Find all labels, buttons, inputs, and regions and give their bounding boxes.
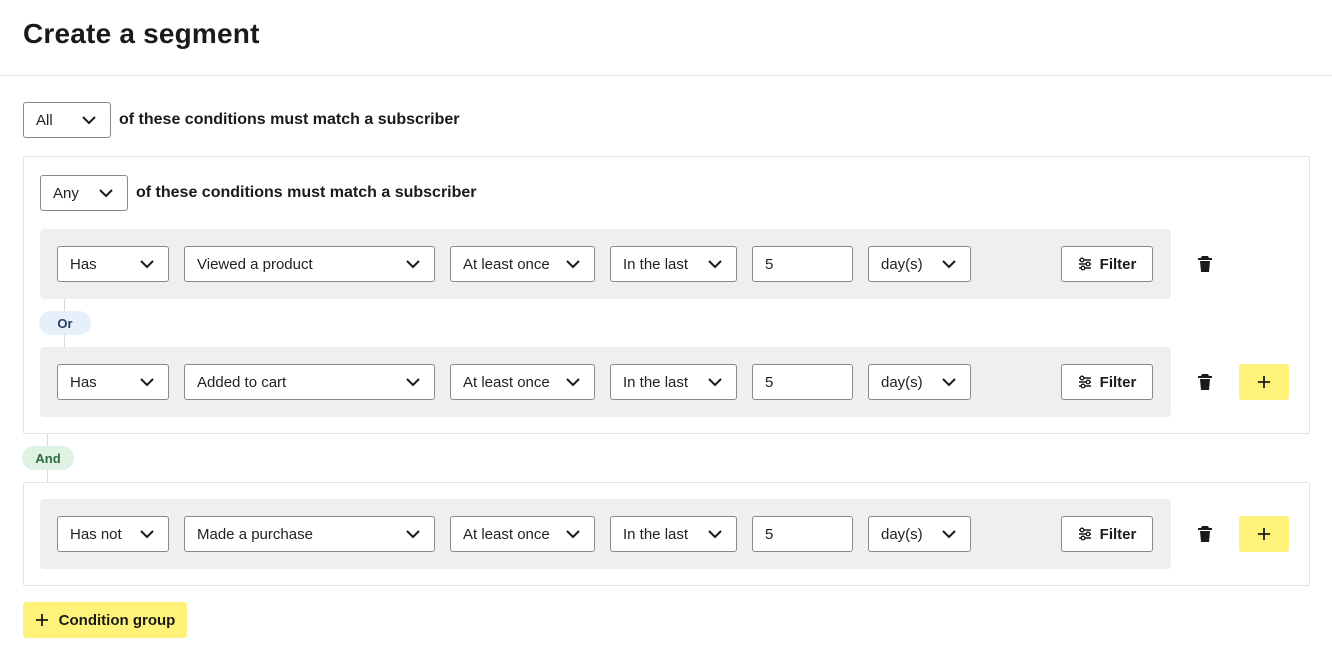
unit-value: day(s)	[881, 255, 923, 273]
filter-button[interactable]: Filter	[1061, 364, 1153, 400]
unit-value: day(s)	[881, 373, 923, 391]
chevron-down-icon	[706, 373, 724, 391]
chevron-down-icon	[706, 525, 724, 543]
add-condition-button[interactable]	[1239, 516, 1289, 552]
filter-label: Filter	[1099, 255, 1137, 273]
filter-button[interactable]: Filter	[1061, 516, 1153, 552]
chevron-down-icon	[80, 111, 98, 129]
or-connector-pill: Or	[39, 311, 91, 335]
event-select[interactable]: Viewed a product	[184, 246, 435, 282]
header-divider	[0, 75, 1332, 76]
event-value: Viewed a product	[197, 255, 313, 273]
frequency-select[interactable]: At least once	[450, 364, 595, 400]
frequency-value: At least once	[463, 255, 550, 273]
group1-match-line: Any of these conditions must match a sub…	[40, 175, 477, 211]
chevron-down-icon	[404, 373, 422, 391]
event-value: Made a purchase	[197, 525, 313, 543]
has-select[interactable]: Has	[57, 364, 169, 400]
trash-icon	[1195, 255, 1215, 273]
has-select[interactable]: Has	[57, 246, 169, 282]
plus-icon	[1257, 375, 1271, 389]
chevron-down-icon	[706, 255, 724, 273]
sliders-icon	[1078, 257, 1092, 271]
and-connector-pill: And	[22, 446, 74, 470]
chevron-down-icon	[564, 373, 582, 391]
amount-input[interactable]: 5	[752, 364, 853, 400]
unit-select[interactable]: day(s)	[868, 516, 971, 552]
frequency-value: At least once	[463, 525, 550, 543]
timeframe-select[interactable]: In the last	[610, 364, 737, 400]
chevron-down-icon	[404, 255, 422, 273]
plus-icon	[35, 613, 49, 627]
chevron-down-icon	[97, 184, 115, 202]
frequency-select[interactable]: At least once	[450, 246, 595, 282]
chevron-down-icon	[564, 525, 582, 543]
add-condition-button[interactable]	[1239, 364, 1289, 400]
delete-condition-button[interactable]	[1195, 372, 1215, 392]
amount-input[interactable]: 5	[752, 516, 853, 552]
has-value: Has	[70, 373, 97, 391]
plus-icon	[1257, 527, 1271, 541]
group1-quantifier-value: Any	[53, 184, 79, 202]
group1-quantifier-select[interactable]: Any	[40, 175, 128, 211]
add-condition-group-button[interactable]: Condition group	[23, 602, 187, 638]
filter-button[interactable]: Filter	[1061, 246, 1153, 282]
event-value: Added to cart	[197, 373, 287, 391]
delete-condition-button[interactable]	[1195, 524, 1215, 544]
timeframe-value: In the last	[623, 373, 689, 391]
event-select[interactable]: Added to cart	[184, 364, 435, 400]
unit-select[interactable]: day(s)	[868, 364, 971, 400]
outer-match-line: All of these conditions must match a sub…	[23, 102, 460, 138]
add-condition-group-label: Condition group	[58, 611, 176, 629]
frequency-value: At least once	[463, 373, 550, 391]
trash-icon	[1195, 525, 1215, 543]
chevron-down-icon	[940, 255, 958, 273]
chevron-down-icon	[940, 373, 958, 391]
timeframe-select[interactable]: In the last	[610, 246, 737, 282]
chevron-down-icon	[564, 255, 582, 273]
chevron-down-icon	[404, 525, 422, 543]
filter-label: Filter	[1099, 373, 1137, 391]
chevron-down-icon	[138, 373, 156, 391]
has-select[interactable]: Has not	[57, 516, 169, 552]
timeframe-value: In the last	[623, 255, 689, 273]
frequency-select[interactable]: At least once	[450, 516, 595, 552]
sliders-icon	[1078, 527, 1092, 541]
has-value: Has not	[70, 525, 122, 543]
trash-icon	[1195, 373, 1215, 391]
filter-label: Filter	[1099, 525, 1137, 543]
unit-select[interactable]: day(s)	[868, 246, 971, 282]
amount-input[interactable]: 5	[752, 246, 853, 282]
chevron-down-icon	[138, 255, 156, 273]
group1-match-text: of these conditions must match a subscri…	[136, 184, 477, 201]
page-title: Create a segment	[23, 18, 260, 49]
has-value: Has	[70, 255, 97, 273]
timeframe-value: In the last	[623, 525, 689, 543]
outer-match-text: of these conditions must match a subscri…	[119, 111, 460, 128]
unit-value: day(s)	[881, 525, 923, 543]
event-select[interactable]: Made a purchase	[184, 516, 435, 552]
outer-quantifier-value: All	[36, 111, 53, 129]
chevron-down-icon	[138, 525, 156, 543]
outer-quantifier-select[interactable]: All	[23, 102, 111, 138]
chevron-down-icon	[940, 525, 958, 543]
sliders-icon	[1078, 375, 1092, 389]
delete-condition-button[interactable]	[1195, 254, 1215, 274]
timeframe-select[interactable]: In the last	[610, 516, 737, 552]
